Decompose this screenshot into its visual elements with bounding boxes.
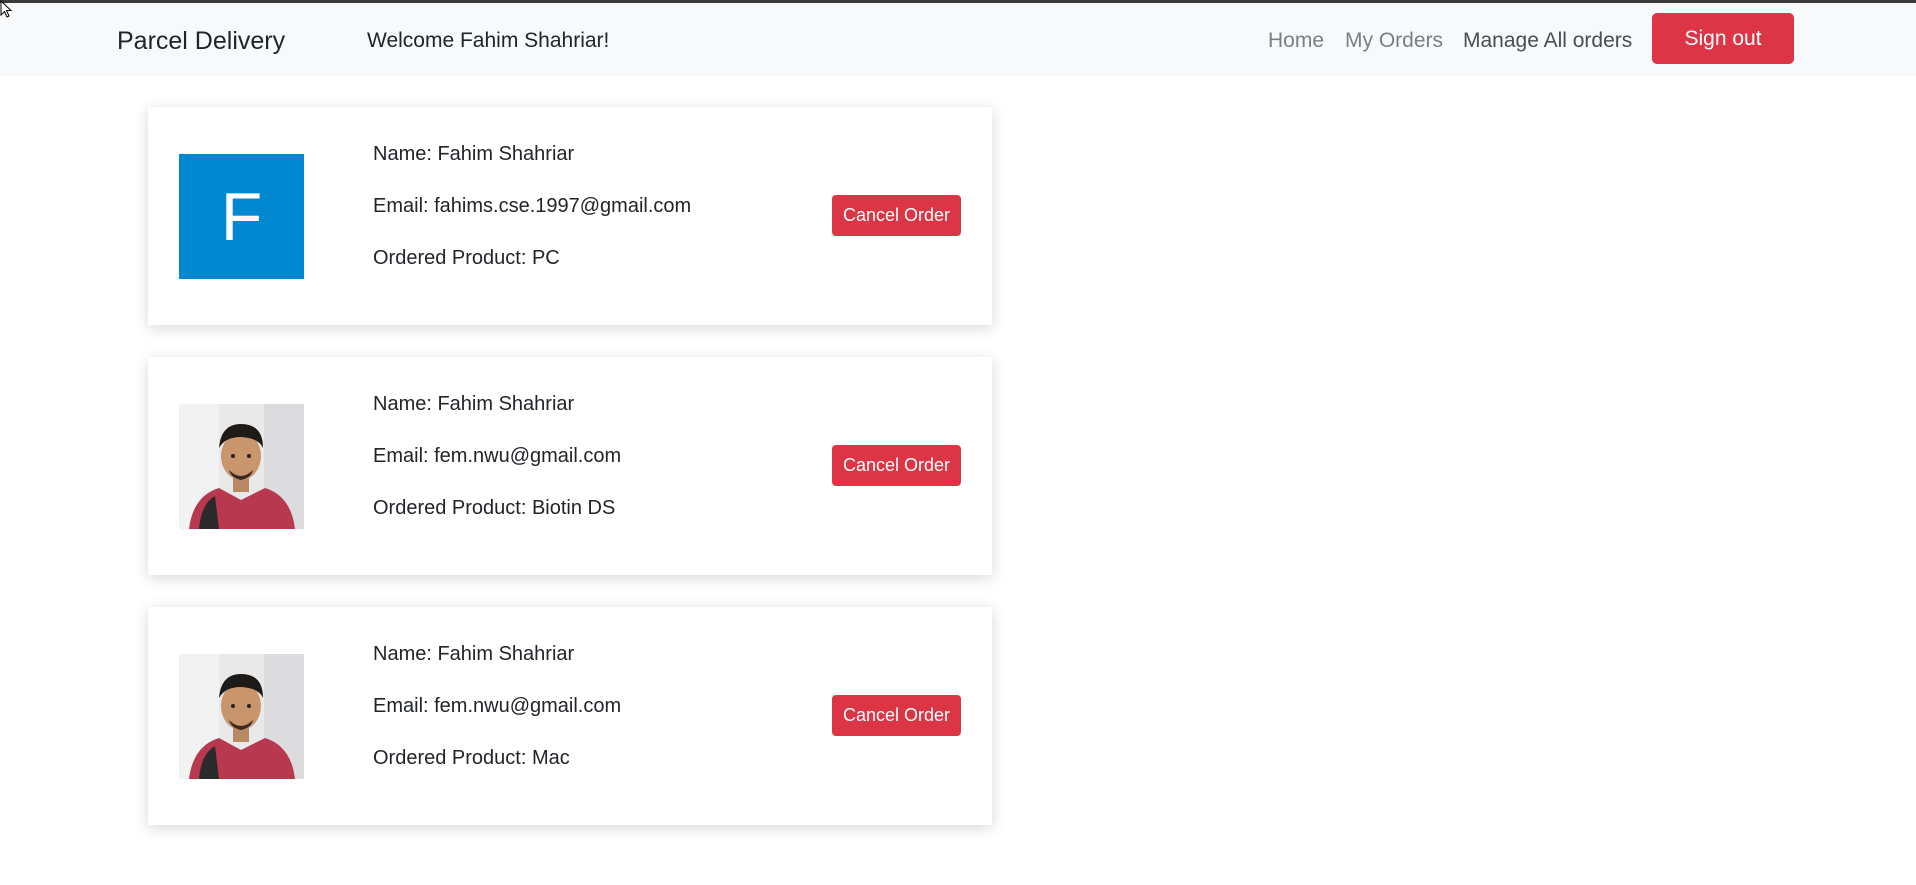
avatar-photo [179, 404, 304, 529]
avatar: F [179, 154, 304, 279]
order-email: Email: fem.nwu@gmail.com [373, 695, 622, 717]
order-name: Name: Fahim Shahriar [373, 143, 575, 165]
cancel-order-button[interactable]: Cancel Order [832, 445, 961, 486]
order-product: Ordered Product: Mac [373, 747, 570, 769]
welcome-text: Welcome Fahim Shahriar! [367, 29, 610, 52]
order-name: Name: Fahim Shahriar [373, 393, 575, 415]
order-product: Ordered Product: PC [373, 247, 560, 269]
order-card: Name: Fahim Shahriar Email: fem.nwu@gmai… [148, 607, 992, 825]
person-photo-icon [179, 404, 304, 529]
nav-link-my-orders[interactable]: My Orders [1345, 29, 1443, 53]
order-name: Name: Fahim Shahriar [373, 643, 575, 665]
nav-link-manage-all-orders[interactable]: Manage All orders [1463, 29, 1632, 53]
brand-link[interactable]: Parcel Delivery [117, 27, 285, 56]
cancel-order-button[interactable]: Cancel Order [832, 195, 961, 236]
sign-out-button[interactable]: Sign out [1652, 13, 1794, 64]
avatar-letter: F [179, 154, 304, 279]
navbar: Parcel Delivery Welcome Fahim Shahriar! … [0, 3, 1916, 76]
avatar-photo [179, 654, 304, 779]
order-product: Ordered Product: Biotin DS [373, 497, 616, 519]
order-card: F Name: Fahim Shahriar Email: fahims.cse… [148, 107, 992, 325]
cancel-order-button[interactable]: Cancel Order [832, 695, 961, 736]
order-email: Email: fem.nwu@gmail.com [373, 445, 622, 467]
order-card: Name: Fahim Shahriar Email: fem.nwu@gmai… [148, 357, 992, 575]
nav-link-home[interactable]: Home [1268, 29, 1324, 53]
mouse-pointer-icon [0, 0, 13, 18]
person-photo-icon [179, 654, 304, 779]
order-email: Email: fahims.cse.1997@gmail.com [373, 195, 692, 217]
